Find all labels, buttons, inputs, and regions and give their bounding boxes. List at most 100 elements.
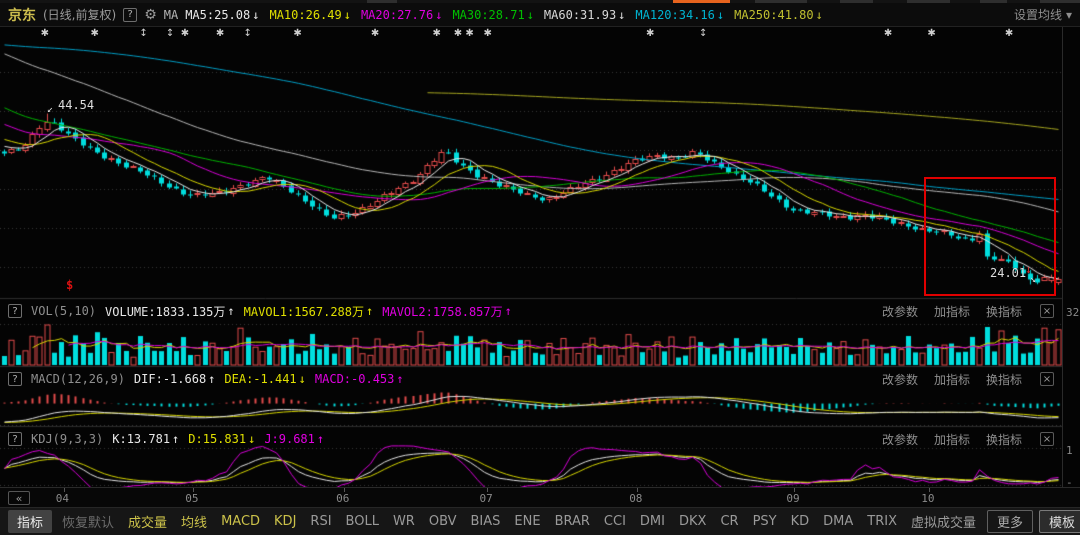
- tab-ma[interactable]: 均线: [174, 512, 214, 531]
- event-star-icon: ✱: [41, 28, 49, 39]
- ma-value: MA120:34.16: [635, 8, 714, 22]
- gear-icon[interactable]: ⚙: [144, 7, 157, 23]
- ma-value: MA10:26.49: [269, 8, 341, 22]
- add-indicator-button[interactable]: 加指标: [934, 303, 970, 320]
- event-star-icon: ✱: [216, 28, 224, 39]
- trend-arrow-icon: ↑: [505, 304, 512, 318]
- help-icon[interactable]: ?: [8, 372, 22, 386]
- close-icon[interactable]: ×: [1040, 372, 1054, 386]
- indicator-value: MAVOL1:1567.288万: [244, 303, 364, 320]
- event-star-icon: ✱: [293, 28, 301, 39]
- more-button[interactable]: 更多: [987, 510, 1033, 533]
- indicator-readout: MAVOL1:1567.288万↑: [244, 303, 374, 320]
- tab-rsi[interactable]: RSI: [303, 514, 338, 529]
- ma-readout: MA60:31.93↓: [544, 8, 625, 22]
- indicator-readout: MACD:-0.453↑: [315, 372, 404, 386]
- dividend-marker: $: [66, 278, 73, 292]
- event-star-icon: ↕: [139, 28, 147, 39]
- tab-kd[interactable]: KD: [784, 514, 817, 529]
- trend-arrow-icon: ↓: [816, 8, 823, 22]
- swap-indicator-button[interactable]: 换指标: [986, 431, 1022, 448]
- chart-mode-label[interactable]: (日线,前复权): [43, 6, 116, 23]
- close-icon[interactable]: ×: [1040, 432, 1054, 446]
- chart-header-bar: 京东 (日线,前复权) ? ⚙ MA MA5:25.08↓MA10:26.49↓…: [0, 3, 1080, 27]
- add-indicator-button[interactable]: 加指标: [934, 431, 970, 448]
- trend-arrow-icon: ↓: [248, 432, 255, 446]
- add-indicator-button[interactable]: 加指标: [934, 371, 970, 388]
- axis-month-label: 04: [56, 492, 69, 505]
- change-params-button[interactable]: 改参数: [882, 371, 918, 388]
- chevron-down-icon: ▾: [1066, 8, 1072, 22]
- event-star-icon: ✱: [483, 28, 491, 39]
- indicator-panel-header-macd: ?MACD(12,26,9)DIF:-1.668↑DEA:-1.441↓MACD…: [0, 368, 1062, 390]
- ma-settings-label: 设置均线: [1014, 6, 1062, 23]
- axis-month-label: 05: [185, 492, 198, 505]
- event-star-icon: ✱: [432, 28, 440, 39]
- ma-readout: MA10:26.49↓: [269, 8, 350, 22]
- indicator-value: MAVOL2:1758.857万: [382, 303, 502, 320]
- tab-dmi[interactable]: DMI: [633, 514, 672, 529]
- ma-readouts: MA5:25.08↓MA10:26.49↓MA20:27.76↓MA30:28.…: [185, 8, 823, 22]
- tab-volume[interactable]: 成交量: [121, 512, 174, 531]
- swap-indicator-button[interactable]: 换指标: [986, 371, 1022, 388]
- event-star-icon: ✱: [181, 28, 189, 39]
- tab-trix[interactable]: TRIX: [860, 514, 904, 529]
- event-star-icon: ✱: [91, 28, 99, 39]
- change-params-button[interactable]: 改参数: [882, 303, 918, 320]
- template-button[interactable]: 模板: [1039, 510, 1080, 533]
- tab-dma[interactable]: DMA: [816, 514, 860, 529]
- stock-symbol[interactable]: 京东: [8, 5, 36, 25]
- tab-wr[interactable]: WR: [386, 514, 422, 529]
- indicator-panel-header-vol: ? VOL(5,10) VOLUME:1833.135万↑ MAVOL1:1567.2…: [0, 300, 1062, 322]
- close-icon[interactable]: ×: [1040, 304, 1054, 318]
- event-star-icon: ✱: [465, 28, 473, 39]
- indicator-name: MACD(12,26,9): [31, 372, 125, 386]
- indicator-name: VOL(5,10): [31, 304, 96, 318]
- price-scale-gutter: 32 1 -: [1062, 27, 1080, 487]
- trend-arrow-icon: ↑: [396, 372, 403, 386]
- swap-indicator-button[interactable]: 换指标: [986, 303, 1022, 320]
- indicator-menu-button[interactable]: 指标: [8, 510, 52, 533]
- axis-month-label: 10: [921, 492, 934, 505]
- tab-bias[interactable]: BIAS: [464, 514, 508, 529]
- indicator-readout: J:9.681↑: [264, 432, 324, 446]
- restore-default-button[interactable]: 恢复默认: [55, 512, 121, 531]
- low-pointer-icon: ↘: [1030, 274, 1036, 285]
- main-chart-canvas[interactable]: [0, 27, 1062, 487]
- trend-arrow-icon: ↑: [317, 432, 324, 446]
- help-icon[interactable]: ?: [8, 304, 22, 318]
- indicator-value: J:9.681: [264, 432, 315, 446]
- ma-readout: MA20:27.76↓: [361, 8, 442, 22]
- tab-brar[interactable]: BRAR: [548, 514, 597, 529]
- tab-boll[interactable]: BOLL: [339, 514, 386, 529]
- tab-cci[interactable]: CCI: [597, 514, 633, 529]
- trend-arrow-icon: ↓: [527, 8, 534, 22]
- tab-obv[interactable]: OBV: [422, 514, 464, 529]
- event-star-icon: ✱: [454, 28, 462, 39]
- tab-kdj[interactable]: KDJ: [267, 514, 303, 529]
- indicator-readout: MAVOL2:1758.857万↑: [382, 303, 512, 320]
- tab-psy[interactable]: PSY: [746, 514, 784, 529]
- trend-arrow-icon: ↓: [717, 8, 724, 22]
- tab-ene[interactable]: ENE: [507, 514, 547, 529]
- high-price-arrow: ↙: [47, 104, 53, 115]
- help-icon[interactable]: ?: [8, 432, 22, 446]
- tab-cr[interactable]: CR: [713, 514, 745, 529]
- trend-arrow-icon: ↑: [227, 304, 234, 318]
- change-params-button[interactable]: 改参数: [882, 431, 918, 448]
- trend-arrow-icon: ↑: [366, 304, 373, 318]
- indicator-value: MACD:-0.453: [315, 372, 394, 386]
- indicator-readout: VOLUME:1833.135万↑: [105, 303, 235, 320]
- high-price-label: 44.54: [58, 98, 94, 112]
- trend-arrow-icon: ↓: [344, 8, 351, 22]
- help-icon[interactable]: ?: [123, 8, 137, 22]
- tab-virtual-volume[interactable]: 虚拟成交量: [904, 512, 983, 531]
- trend-arrow-icon: ↑: [208, 372, 215, 386]
- event-star-icon: ↕: [699, 28, 707, 39]
- indicator-value: D:15.831: [188, 432, 246, 446]
- ma-settings-button[interactable]: 设置均线 ▾: [1014, 6, 1072, 23]
- tab-dkx[interactable]: DKX: [672, 514, 713, 529]
- tab-macd[interactable]: MACD: [214, 514, 267, 529]
- scroll-left-button[interactable]: «: [8, 491, 30, 505]
- axis-month-label: 07: [479, 492, 492, 505]
